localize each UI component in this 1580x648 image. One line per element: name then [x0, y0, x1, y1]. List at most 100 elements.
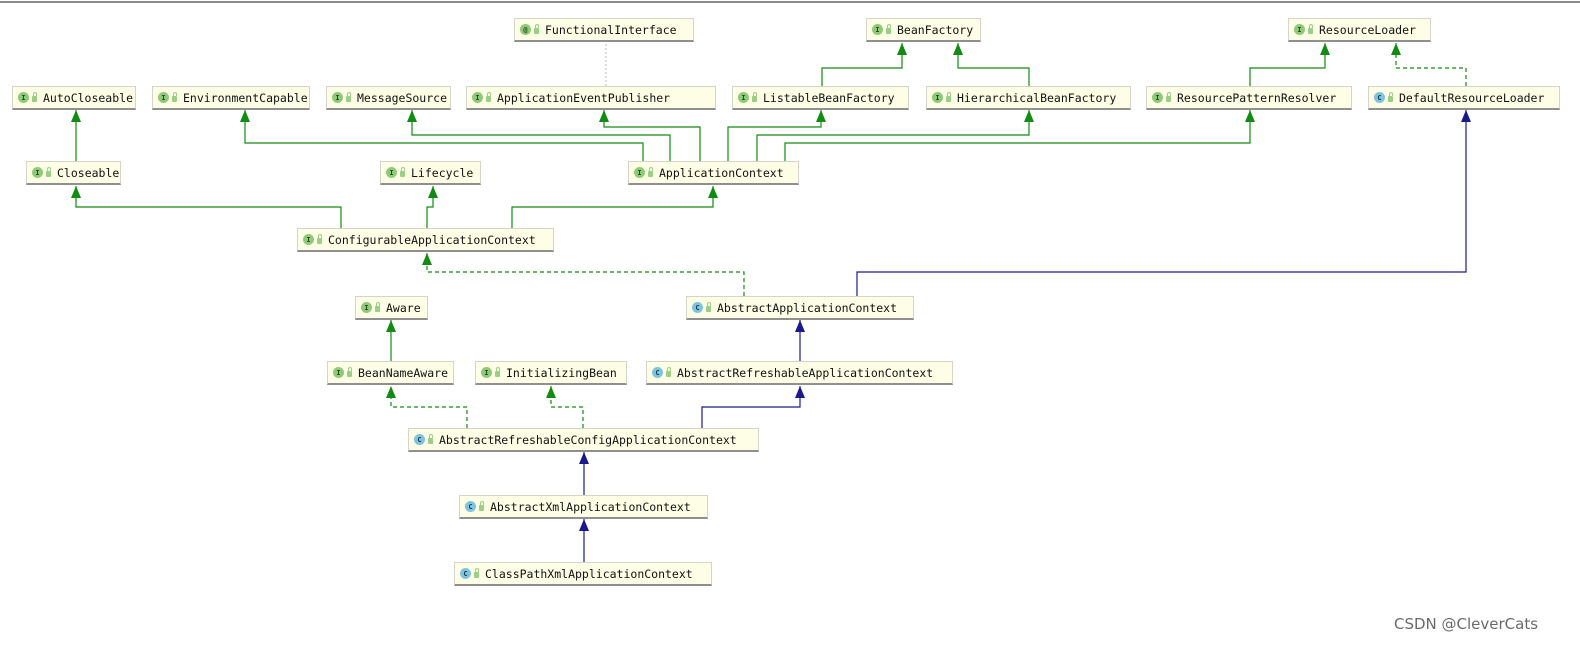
- edge-ConfigurableApplicationContext-to-Closeable: [75, 186, 342, 228]
- public-lock-icon: [474, 568, 479, 578]
- node-AutoCloseable[interactable]: I AutoCloseable: [12, 86, 136, 110]
- node-BeanNameAware[interactable]: I BeanNameAware: [327, 361, 454, 385]
- arrowhead: [386, 386, 396, 398]
- interface-icon: I: [932, 92, 943, 103]
- node-MessageSource[interactable]: I MessageSource: [326, 86, 451, 110]
- interface-icon: I: [1294, 24, 1305, 35]
- node-FunctionalInterface[interactable]: @ FunctionalInterface: [514, 18, 694, 42]
- node-ClassPathXmlApplicationContext[interactable]: C ClassPathXmlApplicationContext: [454, 562, 712, 586]
- interface-icon: I: [738, 92, 749, 103]
- arrowhead: [599, 110, 609, 122]
- node-AbstractRefreshableApplicationContext[interactable]: C AbstractRefreshableApplicationContext: [646, 361, 953, 385]
- arrowhead: [407, 110, 417, 122]
- arrowhead: [240, 110, 250, 122]
- node-ResourcePatternResolver[interactable]: I ResourcePatternResolver: [1146, 86, 1352, 110]
- node-label: AbstractRefreshableApplicationContext: [677, 365, 934, 380]
- node-AbstractRefreshableConfigApplicationContext[interactable]: C AbstractRefreshableConfigApplicationCon…: [408, 428, 759, 452]
- public-lock-icon: [752, 92, 757, 102]
- node-Aware[interactable]: I Aware: [355, 296, 428, 320]
- arrowhead: [708, 186, 718, 198]
- class-icon: C: [1374, 92, 1385, 103]
- watermark: CSDN @CleverCats: [1394, 615, 1539, 633]
- public-lock-icon: [648, 167, 653, 177]
- arrowhead: [897, 43, 907, 55]
- arrowhead: [795, 320, 805, 332]
- edge-ApplicationContext-to-MessageSource: [411, 110, 671, 161]
- node-label: BeanFactory: [897, 22, 974, 37]
- node-label: HierarchicalBeanFactory: [957, 90, 1117, 105]
- public-lock-icon: [666, 367, 671, 377]
- arrowhead: [1391, 43, 1401, 55]
- arrowhead: [579, 519, 589, 531]
- public-lock-icon: [1308, 24, 1313, 34]
- node-ApplicationContext[interactable]: I ApplicationContext: [628, 161, 799, 185]
- node-AbstractXmlApplicationContext[interactable]: C AbstractXmlApplicationContext: [459, 495, 708, 519]
- class-icon: C: [460, 568, 471, 579]
- interface-icon: I: [481, 367, 492, 378]
- edge-HierarchicalBeanFactory-to-BeanFactory: [957, 43, 1030, 86]
- interface-icon: I: [386, 167, 397, 178]
- node-label: ListableBeanFactory: [763, 90, 895, 105]
- node-HierarchicalBeanFactory[interactable]: I HierarchicalBeanFactory: [926, 86, 1131, 110]
- arrowhead: [546, 386, 556, 398]
- node-label: ConfigurableApplicationContext: [328, 232, 536, 247]
- node-label: AbstractXmlApplicationContext: [490, 499, 691, 514]
- class-icon: C: [692, 302, 703, 313]
- node-ConfigurableApplicationContext[interactable]: I ConfigurableApplicationContext: [297, 228, 554, 252]
- arrowhead: [816, 110, 826, 122]
- node-label: ResourcePatternResolver: [1177, 90, 1337, 105]
- class-icon: C: [465, 501, 476, 512]
- arrowhead: [71, 186, 81, 198]
- public-lock-icon: [347, 367, 352, 377]
- class-icon: C: [414, 434, 425, 445]
- node-label: ResourceLoader: [1319, 22, 1416, 37]
- arrowhead: [422, 253, 432, 265]
- interface-icon: I: [472, 92, 483, 103]
- node-ListableBeanFactory[interactable]: I ListableBeanFactory: [732, 86, 909, 110]
- interface-icon: I: [872, 24, 883, 35]
- arrowhead: [1024, 110, 1034, 122]
- interface-icon: I: [361, 302, 372, 313]
- public-lock-icon: [946, 92, 951, 102]
- interface-icon: I: [158, 92, 169, 103]
- edge-DefaultResourceLoader-to-ResourceLoader: [1395, 43, 1467, 86]
- node-label: BeanNameAware: [358, 365, 449, 380]
- public-lock-icon: [32, 92, 37, 102]
- edge-AbstractRefreshableConfigApplicationContext-to-AbstractRefreshableApplicationContext: [701, 386, 801, 428]
- edge-AbstractRefreshableConfigApplicationContext-to-BeanNameAware: [390, 386, 468, 428]
- public-lock-icon: [400, 167, 405, 177]
- edge-ListableBeanFactory-to-BeanFactory: [821, 43, 903, 86]
- node-DefaultResourceLoader[interactable]: C DefaultResourceLoader: [1368, 86, 1560, 110]
- arrowhead: [1461, 110, 1471, 122]
- node-Lifecycle[interactable]: I Lifecycle: [380, 161, 481, 185]
- node-label: FunctionalInterface: [545, 22, 677, 37]
- arrowhead: [953, 43, 963, 55]
- arrowhead: [428, 186, 438, 198]
- interface-icon: I: [332, 92, 343, 103]
- edge-ResourcePatternResolver-to-ResourceLoader: [1249, 43, 1326, 86]
- public-lock-icon: [495, 367, 500, 377]
- node-label: Aware: [386, 300, 421, 315]
- edge-ApplicationContext-to-HierarchicalBeanFactory: [756, 110, 1030, 161]
- edge-AbstractRefreshableConfigApplicationContext-to-InitializingBean: [550, 386, 584, 428]
- node-ResourceLoader[interactable]: I ResourceLoader: [1288, 18, 1431, 42]
- node-BeanFactory[interactable]: I BeanFactory: [866, 18, 981, 42]
- edge-AbstractApplicationContext-to-ConfigurableApplicationContext: [426, 253, 745, 296]
- node-Closeable[interactable]: I Closeable: [26, 161, 121, 185]
- public-lock-icon: [886, 24, 891, 34]
- public-lock-icon: [46, 167, 51, 177]
- node-label: Closeable: [57, 165, 120, 180]
- interface-icon: I: [1152, 92, 1163, 103]
- public-lock-icon: [172, 92, 177, 102]
- node-InitializingBean[interactable]: I InitializingBean: [475, 361, 627, 385]
- node-label: ApplicationContext: [659, 165, 784, 180]
- node-AbstractApplicationContext[interactable]: C AbstractApplicationContext: [686, 296, 914, 320]
- edge-AbstractApplicationContext-to-DefaultResourceLoader: [856, 110, 1467, 296]
- node-ApplicationEventPublisher[interactable]: I ApplicationEventPublisher: [466, 86, 716, 110]
- public-lock-icon: [486, 92, 491, 102]
- public-lock-icon: [1388, 92, 1393, 102]
- arrowhead: [1320, 43, 1330, 55]
- public-lock-icon: [706, 302, 711, 312]
- node-EnvironmentCapable[interactable]: I EnvironmentCapable: [152, 86, 310, 110]
- class-icon: C: [652, 367, 663, 378]
